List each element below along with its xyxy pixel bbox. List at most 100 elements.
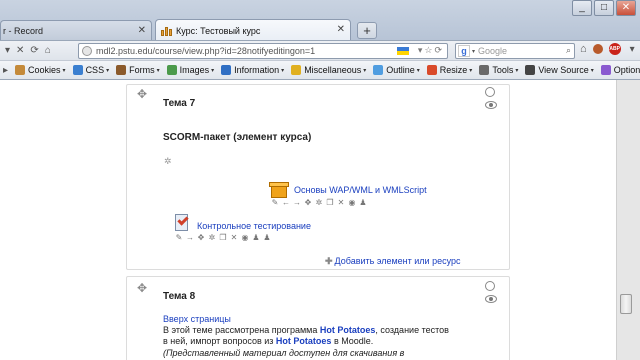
menu-dropdown-icon[interactable]: ▾ — [627, 44, 638, 55]
cookies-icon — [15, 65, 26, 75]
hot-potatoes-link[interactable]: Hot Potatoes — [276, 336, 332, 346]
devbar-menu-tools[interactable]: Tools ▾ — [479, 65, 518, 75]
delete-icon[interactable]: ✕ — [337, 198, 345, 207]
miscellaneous-icon — [291, 65, 302, 75]
quiz-icon — [175, 214, 191, 232]
scrollbar-thumb[interactable] — [620, 294, 632, 314]
devbar-menu-images[interactable]: Images ▾ — [166, 65, 214, 75]
devbar-menu-label: View Source — [538, 65, 589, 75]
url-bar[interactable]: mdl2.pstu.edu/course/view.php?id=28notif… — [78, 43, 448, 59]
search-engine-dropdown-icon[interactable]: ▾ — [472, 48, 475, 55]
move-left-icon[interactable]: ← — [282, 198, 290, 207]
right-sidebar-strip — [616, 80, 640, 360]
devbar-menu-label: Tools — [492, 65, 514, 75]
minimize-button[interactable]: _ — [572, 0, 592, 16]
tab-record[interactable]: r - Record ✕ — [0, 20, 152, 40]
search-icon[interactable]: ⌕ — [566, 45, 571, 56]
devbar-menu-label: Information — [234, 65, 280, 75]
duplicate-icon[interactable]: ❐ — [219, 233, 227, 242]
top-of-page-link[interactable]: Вверх страницы — [163, 314, 231, 325]
devbar-menu-forms[interactable]: Forms ▾ — [116, 65, 160, 75]
delete-icon[interactable]: ✕ — [230, 233, 238, 242]
section-title: Тема 8 — [163, 291, 196, 302]
gear-icon[interactable]: ✲ — [315, 198, 323, 207]
course-section-8: ✥ Тема 8 Вверх страницы В этой теме расс… — [126, 276, 510, 360]
devbar-menu-label: Miscellaneous — [304, 65, 362, 75]
highlight-icon[interactable] — [485, 87, 495, 97]
section-controls — [485, 281, 497, 303]
stop-icon[interactable]: ✕ — [13, 45, 27, 56]
devbar-menu-outline[interactable]: Outline ▾ — [373, 65, 420, 75]
summary-text: , создание тестов — [375, 325, 449, 335]
chevron-down-icon: ▾ — [106, 67, 110, 74]
move-icon[interactable]: ✥ — [137, 281, 147, 295]
hide-eye-icon[interactable]: ◉ — [348, 198, 356, 207]
language-flag-icon[interactable] — [397, 47, 409, 55]
web-developer-toolbar: ▸ Cookies ▾ CSS ▾ Forms ▾ Images ▾ Information ▾ M… — [0, 60, 640, 80]
gear-icon[interactable]: ✲ — [164, 156, 172, 167]
user-icon[interactable]: ♟ — [252, 233, 260, 242]
devbar-menu-label: Resize — [439, 65, 468, 75]
assign-roles-icon[interactable]: ♟ — [359, 198, 367, 207]
activity-link-quiz[interactable]: Контрольное тестирование — [197, 221, 311, 231]
images-icon — [166, 65, 177, 75]
edit-icon[interactable]: ✎ — [271, 198, 279, 207]
edit-icon[interactable]: ✎ — [175, 233, 183, 242]
chevron-down-icon: ▾ — [515, 67, 519, 74]
chevron-down-icon: ▾ — [469, 67, 473, 74]
highlight-icon[interactable] — [485, 281, 495, 291]
disable-icon[interactable]: ▸ — [0, 65, 11, 76]
navigation-bar: ▾ ✕ ⟳ ⌂ mdl2.pstu.edu/course/view.php?id… — [0, 40, 640, 60]
tab-course[interactable]: Курс: Тестовый курс ✕ — [155, 19, 351, 41]
moodle-favicon-icon — [161, 26, 173, 36]
tab-label: r - Record — [3, 25, 44, 36]
move-icon[interactable]: ✥ — [304, 198, 312, 207]
bookmark-star-icon[interactable]: ▾☆⟳ — [418, 45, 444, 56]
add-activity-link[interactable]: ✚ Добавить элемент или ресурс — [325, 256, 460, 267]
move-icon[interactable]: ✥ — [137, 87, 147, 101]
devbar-menu-information[interactable]: Information ▾ — [221, 65, 284, 75]
move-right-icon[interactable]: → — [186, 233, 194, 242]
outline-icon — [373, 65, 384, 75]
home-icon[interactable]: ⌂ — [42, 45, 54, 56]
home-button-icon[interactable]: ⌂ — [580, 43, 587, 55]
section-summary-line-3: (Представленный материал доступен для ск… — [163, 348, 405, 358]
resize-icon — [426, 65, 437, 75]
devbar-menu-options[interactable]: Options▾ — [600, 65, 640, 75]
close-icon[interactable]: ✕ — [138, 25, 146, 36]
site-identity-icon[interactable] — [82, 46, 92, 56]
hide-eye-icon[interactable] — [485, 101, 497, 109]
hot-potatoes-link[interactable]: Hot Potatoes — [320, 325, 376, 335]
summary-text: в Moodle. — [331, 336, 374, 346]
chevron-down-icon: ▾ — [363, 67, 367, 74]
chevron-down-icon: ▾ — [590, 67, 594, 74]
duplicate-icon[interactable]: ❐ — [326, 198, 334, 207]
devbar-menu-cookies[interactable]: Cookies ▾ — [15, 65, 66, 75]
devbar-menu-resize[interactable]: Resize ▾ — [426, 65, 473, 75]
move-icon[interactable]: ✥ — [197, 233, 205, 242]
move-right-icon[interactable]: → — [293, 198, 301, 207]
activity-link-wap[interactable]: Основы WAP/WML и WMLScript — [294, 185, 427, 195]
download-icon[interactable] — [592, 44, 603, 54]
adblock-icon[interactable]: ABP — [608, 43, 621, 55]
new-tab-button[interactable]: + — [357, 22, 377, 39]
devbar-menu-label: Outline — [386, 65, 415, 75]
close-window-button[interactable]: ✕ — [616, 0, 636, 16]
devbar-menu-miscellaneous[interactable]: Miscellaneous ▾ — [291, 65, 366, 75]
information-icon — [221, 65, 232, 75]
google-icon[interactable]: g — [458, 45, 470, 57]
gear-icon[interactable]: ✲ — [208, 233, 216, 242]
hide-eye-icon[interactable] — [485, 295, 497, 303]
course-section-7: ✥ Тема 7 SCORM-пакет (элемент курса) ✲ О… — [126, 84, 510, 270]
close-icon[interactable]: ✕ — [337, 24, 345, 35]
devbar-menu-view-source[interactable]: View Source ▾ — [525, 65, 594, 75]
reload-icon[interactable]: ⟳ — [27, 45, 41, 56]
maximize-button[interactable]: □ — [594, 0, 614, 16]
add-activity-label: Добавить элемент или ресурс — [334, 256, 461, 266]
devbar-menu-label: Cookies — [28, 65, 61, 75]
devbar-menu-css[interactable]: CSS ▾ — [72, 65, 110, 75]
assign-roles-icon[interactable]: ♟ — [263, 233, 271, 242]
hide-eye-icon[interactable]: ◉ — [241, 233, 249, 242]
search-bar[interactable]: g ▾ Google ⌕ — [455, 43, 575, 59]
back-dropdown-icon[interactable]: ▾ — [2, 45, 13, 56]
